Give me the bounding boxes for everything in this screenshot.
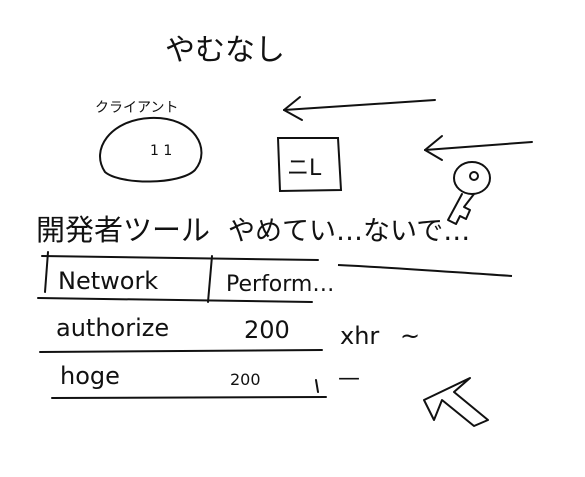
table-column-divider <box>207 255 213 303</box>
sketch-title: やむなし <box>165 33 285 68</box>
table-cell: — <box>338 366 360 391</box>
left-arrow-icon <box>424 135 533 161</box>
table-cell: 200 <box>230 370 261 389</box>
client-face: 1 1 <box>150 143 172 159</box>
client-label: クライアント <box>95 100 178 116</box>
table-left-border <box>44 251 49 293</box>
table-row-underline <box>51 396 327 399</box>
table-cell: hoge <box>60 362 120 390</box>
heading-dont-stop: やめてい…ないで… <box>228 216 470 247</box>
table-header-cell: Network <box>58 267 158 295</box>
window-icon: ニL <box>276 137 343 193</box>
table-header-cell: Perform… <box>226 272 334 297</box>
heading-underline <box>337 264 513 277</box>
table-row-underline <box>39 349 323 353</box>
table-cell: xhr <box>340 322 379 350</box>
cursor-arrow-icon <box>423 377 489 427</box>
table-cell: authorize <box>56 314 169 342</box>
table-top-line <box>41 255 319 261</box>
left-arrow-icon <box>283 96 436 121</box>
table-cell: 200 <box>244 316 290 344</box>
heading-devtools: 開発者ツール <box>36 213 210 247</box>
key-icon <box>447 161 491 225</box>
handwritten-sketch: やむなし クライアント 1 1 ニL 開発者ツール やめてい…ないで… Netw… <box>36 33 533 427</box>
table-cell: ~ <box>400 322 420 350</box>
sketch-canvas: やむなし クライアント 1 1 ニL 開発者ツール やめてい…ないで… Netw… <box>0 0 585 477</box>
window-icon-text: ニL <box>287 156 322 181</box>
hoge-end-tick <box>315 379 319 393</box>
table-header-underline <box>37 297 313 303</box>
